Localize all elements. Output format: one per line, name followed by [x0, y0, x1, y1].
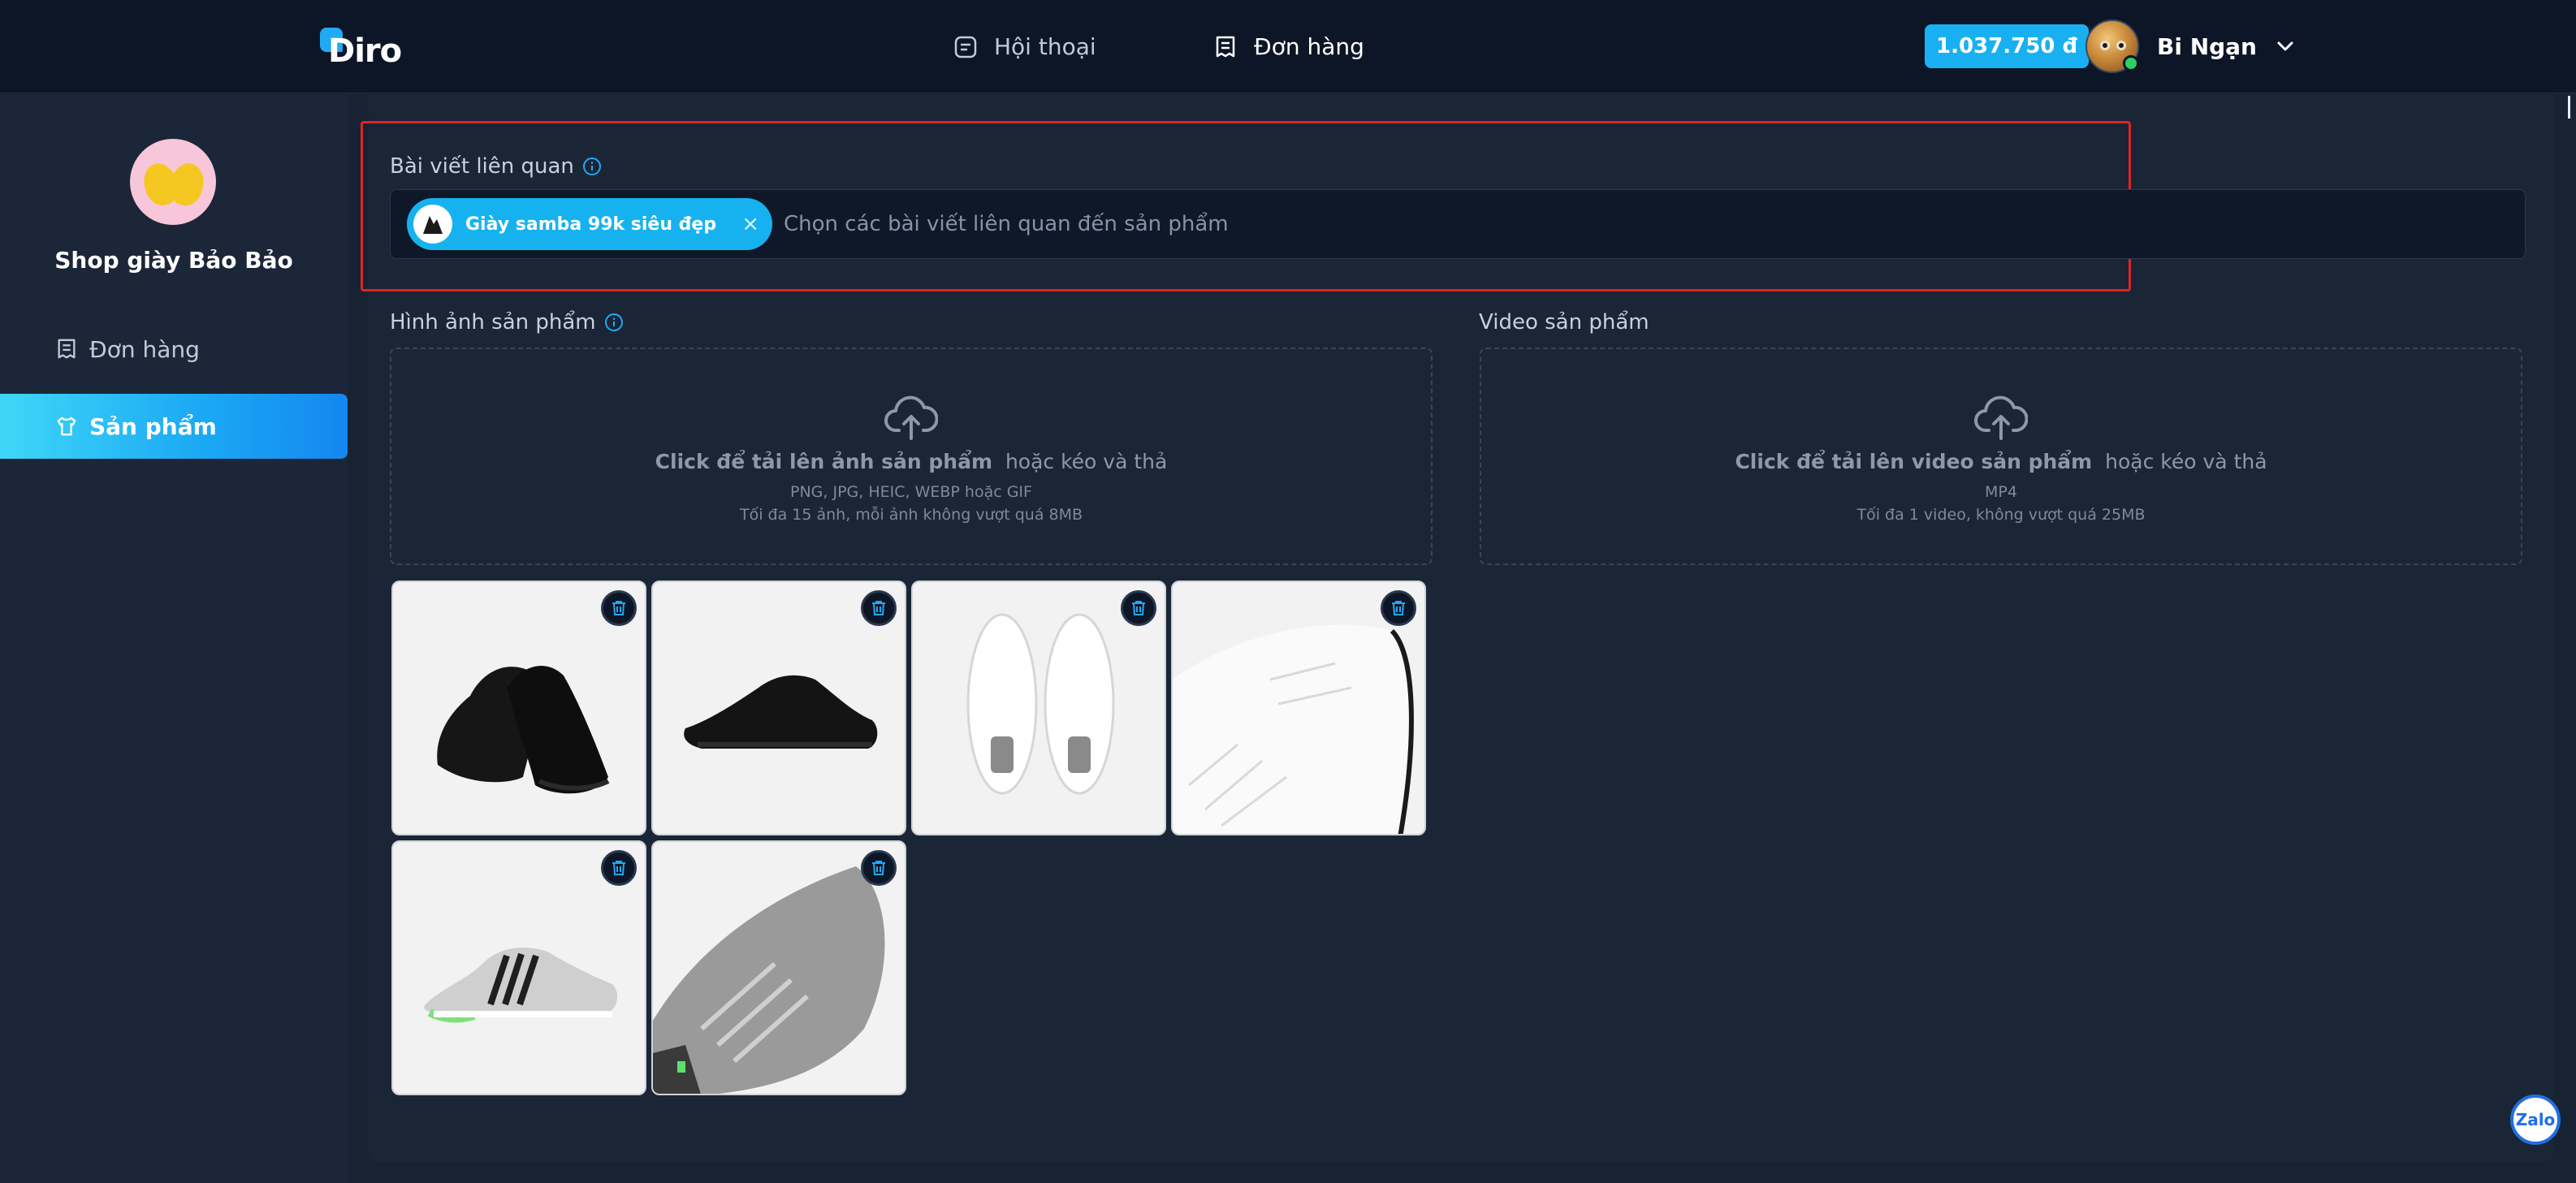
product-image-thumb[interactable]: [391, 581, 646, 835]
delete-image-button[interactable]: [601, 590, 637, 626]
trash-icon: [872, 861, 885, 875]
trash-icon: [872, 601, 885, 615]
delete-image-button[interactable]: [601, 850, 637, 886]
close-icon[interactable]: ×: [741, 212, 759, 236]
video-upload-limit: Tối đa 1 video, không vượt quá 25MB: [1856, 506, 2146, 524]
nav-chat-label: Hội thoại: [994, 33, 1096, 60]
product-video-label: Video sản phẩm: [1479, 310, 1649, 335]
delete-image-button[interactable]: [1121, 590, 1156, 626]
trash-icon: [612, 601, 625, 615]
related-posts-label: Bài viết liên quan: [390, 154, 602, 179]
post-thumbnail: [413, 205, 452, 244]
video-upload-formats: MP4: [1985, 483, 2017, 501]
product-image-thumb[interactable]: [651, 840, 906, 1095]
related-post-chip-label: Giày samba 99k siêu đẹp: [465, 214, 717, 235]
trash-icon: [1132, 601, 1145, 615]
sidebar-item-products[interactable]: Sản phẩm: [0, 394, 348, 459]
sidebar-item-orders[interactable]: Đơn hàng: [0, 317, 348, 381]
product-images-label: Hình ảnh sản phẩm: [390, 310, 624, 335]
delete-image-button[interactable]: [1381, 590, 1416, 626]
wallet-balance[interactable]: 1.037.750 đ: [1925, 24, 2090, 68]
video-upload-dropzone[interactable]: Click để tải lên video sản phẩm hoặc kéo…: [1480, 348, 2522, 565]
video-upload-instruction: Click để tải lên video sản phẩm hoặc kéo…: [1735, 450, 2267, 473]
image-upload-dropzone[interactable]: Click để tải lên ảnh sản phẩm hoặc kéo v…: [390, 348, 1433, 565]
image-upload-link[interactable]: Click để tải lên ảnh sản phẩm: [655, 450, 992, 473]
cloud-upload-icon: [1974, 395, 2028, 440]
related-posts-label-text: Bài viết liên quan: [390, 154, 574, 179]
cloud-upload-icon: [884, 395, 938, 440]
user-menu[interactable]: Bi Ngạn: [2085, 18, 2296, 75]
sidebar-item-label: Sản phẩm: [89, 412, 217, 440]
nav-chat[interactable]: Hội thoại: [953, 0, 1096, 93]
shop-name: Shop giày Bảo Bảo: [54, 247, 293, 274]
image-upload-formats: PNG, JPG, HEIC, WEBP hoặc GIF: [790, 483, 1032, 501]
logo-text: Diro: [328, 32, 402, 70]
chevron-down-icon[interactable]: [2275, 36, 2296, 57]
product-image-thumb[interactable]: [911, 581, 1166, 835]
product-image-thumb[interactable]: [1171, 581, 1426, 835]
image-upload-instruction: Click để tải lên ảnh sản phẩm hoặc kéo v…: [655, 450, 1168, 473]
video-upload-rest: hoặc kéo và thả: [2105, 450, 2267, 473]
info-icon[interactable]: [582, 157, 602, 176]
top-bar: Diro Hội thoại Đơn hàng 1.037.750 đ Bi N…: [0, 0, 2576, 93]
chat-icon: [954, 36, 977, 58]
product-video-label-text: Video sản phẩm: [1479, 310, 1649, 335]
trash-icon: [1392, 601, 1405, 615]
receipt-icon: [1216, 36, 1235, 57]
sidebar-item-label: Đơn hàng: [89, 335, 200, 363]
info-icon[interactable]: [604, 313, 624, 332]
video-upload-link[interactable]: Click để tải lên video sản phẩm: [1735, 450, 2092, 473]
nav-orders-label: Đơn hàng: [1254, 33, 1364, 60]
online-status-icon: [2123, 55, 2139, 71]
delete-image-button[interactable]: [861, 850, 897, 886]
product-image-thumb[interactable]: [651, 581, 906, 835]
image-upload-rest: hoặc kéo và thả: [1005, 450, 1168, 473]
app-logo[interactable]: Diro: [317, 24, 402, 70]
zalo-chat-button[interactable]: Zalo: [2510, 1094, 2561, 1145]
product-image-thumb[interactable]: [391, 840, 646, 1095]
delete-image-button[interactable]: [861, 590, 897, 626]
related-posts-select[interactable]: Giày samba 99k siêu đẹp × Chọn các bài v…: [390, 189, 2526, 259]
scrollbar[interactable]: [2568, 96, 2570, 119]
trash-icon: [612, 861, 625, 875]
nav-orders[interactable]: Đơn hàng: [1213, 0, 1364, 93]
related-posts-placeholder: Chọn các bài viết liên quan đến sản phẩm: [784, 212, 1229, 236]
shirt-icon: [57, 417, 76, 436]
user-name: Bi Ngạn: [2157, 32, 2257, 60]
product-images-label-text: Hình ảnh sản phẩm: [390, 310, 596, 335]
image-upload-limit: Tối đa 15 ảnh, mỗi ảnh không vượt quá 8M…: [739, 506, 1083, 524]
related-post-chip[interactable]: Giày samba 99k siêu đẹp ×: [407, 198, 772, 250]
user-avatar: [2085, 19, 2139, 73]
shop-avatar: [130, 139, 216, 225]
sidebar: Shop giày Bảo Bảo Đơn hàng Sản phẩm: [0, 94, 348, 1183]
receipt-icon: [58, 339, 76, 359]
